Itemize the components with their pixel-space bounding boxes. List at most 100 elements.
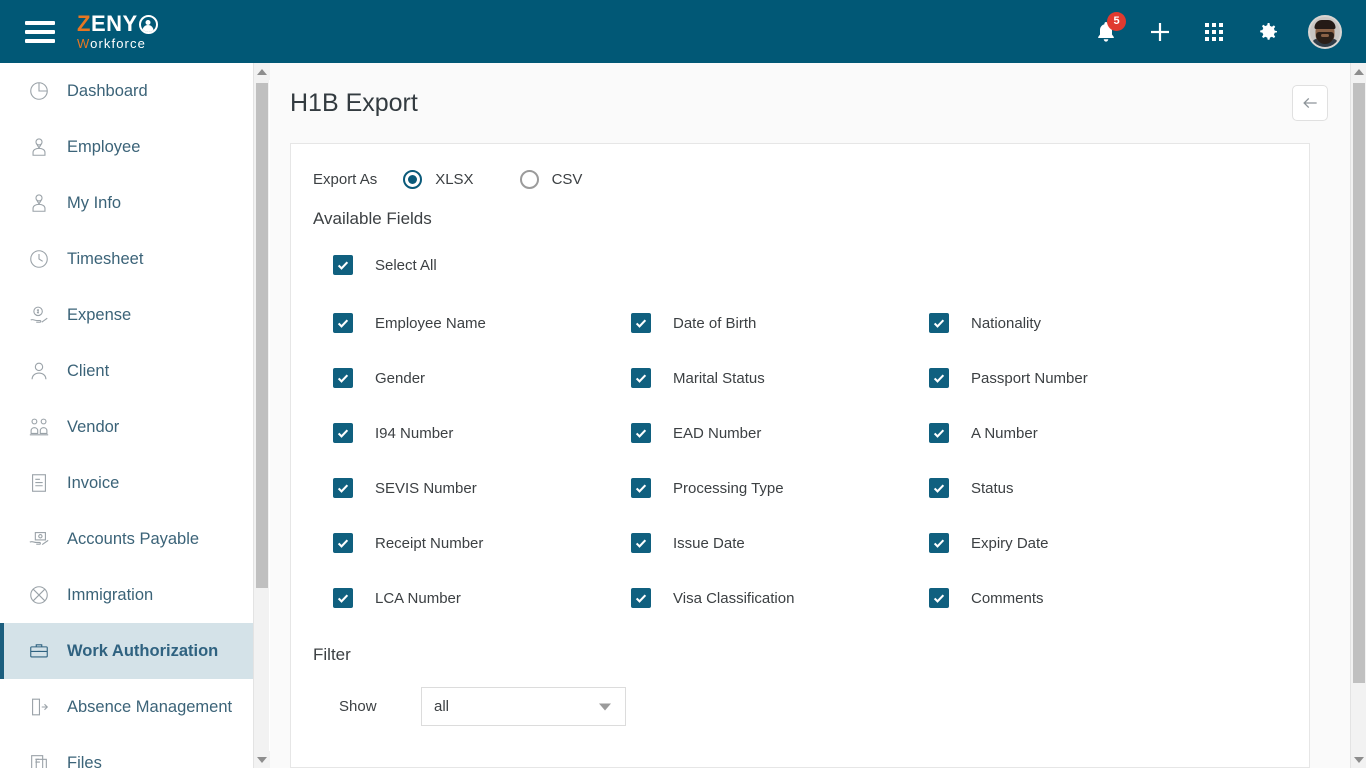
field-checkbox[interactable] [631,533,651,553]
field-checkbox-item[interactable]: Gender [333,368,631,388]
field-checkbox-item[interactable]: Issue Date [631,533,929,553]
field-checkbox-item[interactable]: EAD Number [631,423,929,443]
field-checkbox-item[interactable]: Comments [929,588,1309,608]
radio-csv-indicator[interactable] [519,170,539,189]
notification-count-badge: 5 [1107,11,1126,31]
field-checkbox-item[interactable]: Marital Status [631,368,929,388]
sidebar-scroll-down-arrow[interactable] [254,751,270,768]
radio-option-csv[interactable]: CSV [519,170,582,189]
field-checkbox[interactable] [929,423,949,443]
triangle-down-icon [257,756,267,763]
field-checkbox-item[interactable]: I94 Number [333,423,631,443]
field-checkbox-item[interactable]: Status [929,478,1309,498]
field-checkbox-item[interactable]: LCA Number [333,588,631,608]
avatar-hair [1314,19,1336,29]
check-icon [933,594,945,603]
field-checkbox[interactable] [929,368,949,388]
grid-apps-glyph [1205,22,1223,41]
field-checkbox[interactable] [631,368,651,388]
field-checkbox-item[interactable]: Processing Type [631,478,929,498]
pie-chart-icon [26,78,52,104]
field-checkbox[interactable] [333,423,353,443]
field-checkbox-item[interactable]: Date of Birth [631,313,929,333]
sidebar-scroll-thumb[interactable] [256,83,268,588]
page-scroll-thumb[interactable] [1353,83,1365,683]
sidebar-item-expense[interactable]: Expense [0,287,253,343]
field-checkbox[interactable] [929,533,949,553]
available-fields-grid: Employee Name Date of Birth Nationality … [291,275,1309,608]
page-scroll-up-arrow[interactable] [1351,63,1366,80]
sidebar-item-my-info[interactable]: My Info [0,175,253,231]
back-button[interactable] [1292,85,1328,121]
field-checkbox[interactable] [929,478,949,498]
sidebar-scrollbar[interactable] [253,63,270,768]
show-label: Show [339,698,377,715]
user-avatar[interactable] [1308,14,1342,49]
field-checkbox[interactable] [929,313,949,333]
select-all-row[interactable]: Select All [291,229,1309,275]
app-logo[interactable]: Z ENY Workforce [77,13,158,50]
select-all-checkbox[interactable] [333,255,353,275]
field-checkbox[interactable] [631,588,651,608]
field-label: Processing Type [673,479,784,497]
sidebar-item-client[interactable]: Client [0,343,253,399]
hamburger-menu-icon[interactable] [25,20,55,43]
field-checkbox[interactable] [333,588,353,608]
field-checkbox-item[interactable]: Receipt Number [333,533,631,553]
sidebar-item-work-authorization[interactable]: Work Authorization [0,623,253,679]
triangle-up-icon [1354,68,1364,75]
briefcase-icon [26,638,52,664]
sidebar-item-files[interactable]: Files [0,735,253,768]
field-checkbox-item[interactable]: Visa Classification [631,588,929,608]
logo-subtitle-row: Workforce [77,37,158,50]
field-checkbox-item[interactable]: SEVIS Number [333,478,631,498]
sidebar-item-timesheet[interactable]: Timesheet [0,231,253,287]
radio-option-xlsx[interactable]: XLSX [403,170,474,189]
check-icon [933,484,945,493]
field-checkbox-item[interactable]: Nationality [929,313,1309,333]
sidebar-item-invoice[interactable]: Invoice [0,455,253,511]
sidebar-scroll-up-arrow[interactable] [254,63,270,80]
field-checkbox[interactable] [631,423,651,443]
field-checkbox[interactable] [333,478,353,498]
sidebar-item-vendor[interactable]: Vendor [0,399,253,455]
add-new-icon[interactable] [1146,18,1174,46]
sidebar-item-dashboard[interactable]: Dashboard [0,63,253,119]
page-scroll-down-arrow[interactable] [1351,751,1366,768]
field-checkbox[interactable] [631,313,651,333]
sidebar-item-label: Expense [67,305,132,324]
field-checkbox[interactable] [631,478,651,498]
show-dropdown[interactable]: all [421,687,626,726]
field-checkbox-item[interactable]: A Number [929,423,1309,443]
check-icon [337,319,349,328]
page-scrollbar[interactable] [1350,63,1366,768]
notifications-bell-icon[interactable]: 5 [1092,11,1126,46]
sidebar-item-accounts-payable[interactable]: Accounts Payable [0,511,253,567]
hamburger-line [25,29,55,34]
gear-glyph [1260,22,1277,40]
field-checkbox[interactable] [333,368,353,388]
field-checkbox[interactable] [333,313,353,333]
radio-xlsx-indicator[interactable] [403,170,423,189]
sidebar-item-label: My Info [67,193,122,212]
sidebar-item-employee[interactable]: Employee [0,119,253,175]
check-icon [933,374,945,383]
field-label: Visa Classification [673,589,795,607]
page-title: H1B Export [290,88,418,117]
field-checkbox[interactable] [333,533,353,553]
field-checkbox-item[interactable]: Employee Name [333,313,631,333]
triangle-down-icon [1354,756,1364,763]
logo-w-letter: W [77,36,91,51]
settings-gear-icon[interactable] [1254,18,1282,46]
hamburger-line [25,20,55,25]
check-icon [635,374,647,383]
sidebar-item-absence-management[interactable]: Absence Management [0,679,253,735]
field-checkbox-item[interactable]: Expiry Date [929,533,1309,553]
show-dropdown-value: all [434,698,450,715]
field-checkbox[interactable] [929,588,949,608]
field-checkbox-item[interactable]: Passport Number [929,368,1309,388]
field-label: A Number [971,424,1038,442]
page-header: H1B Export [270,63,1350,143]
sidebar-item-immigration[interactable]: Immigration [0,567,253,623]
apps-grid-icon[interactable] [1200,18,1228,46]
